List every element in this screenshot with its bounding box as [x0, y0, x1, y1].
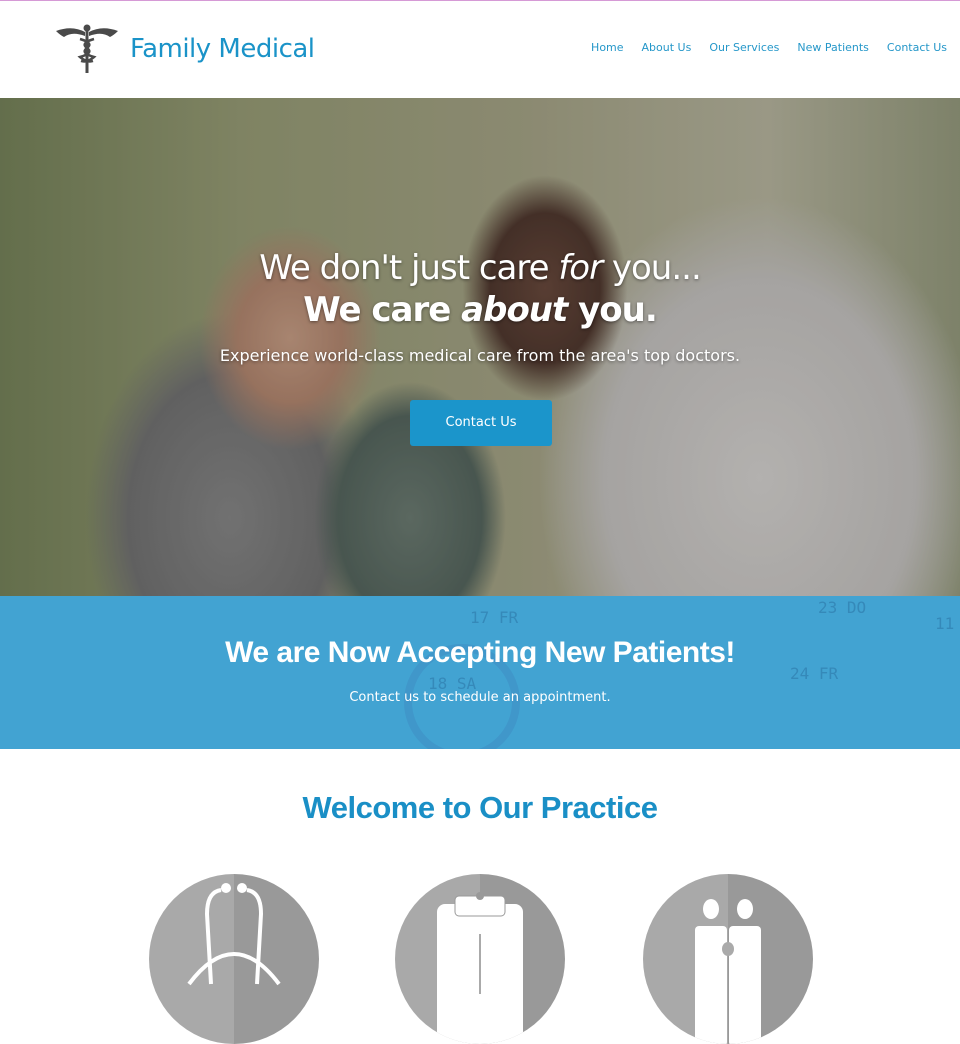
hero-headline-line1: We don't just care for you...	[0, 248, 960, 288]
calendar-mark: 11	[935, 614, 955, 633]
calendar-mark: 17 FR	[470, 608, 519, 627]
welcome-title: Welcome to Our Practice	[302, 790, 658, 825]
nav-our-services[interactable]: Our Services	[709, 41, 779, 54]
banner-subtitle: Contact us to schedule an appointment.	[349, 690, 611, 705]
contact-us-button[interactable]: Contact Us	[410, 400, 552, 446]
headline-text: We don't just care	[259, 248, 559, 288]
main-nav: Home About Us Our Services New Patients …	[591, 41, 947, 54]
banner-title: We are Now Accepting New Patients!	[225, 636, 735, 669]
nav-contact-us[interactable]: Contact Us	[887, 41, 947, 54]
caduceus-icon	[56, 24, 118, 73]
nav-new-patients[interactable]: New Patients	[797, 41, 869, 54]
nav-home[interactable]: Home	[591, 41, 623, 54]
headline-text: you.	[567, 290, 658, 330]
family-circle	[643, 874, 813, 1044]
clipboard-circle	[395, 874, 565, 1044]
hero-content: We don't just care for you... We care ab…	[0, 98, 960, 596]
headline-emphasis: for	[558, 248, 603, 288]
hero-subtitle: Experience world-class medical care from…	[219, 346, 741, 365]
headline-text: you...	[602, 248, 702, 288]
clipboard-icon	[437, 892, 523, 1044]
headline-emphasis: about	[461, 290, 568, 330]
new-patients-banner: 17 FR 23 DO 18 SA 24 FR 11 We are Now Ac…	[0, 596, 960, 749]
site-header: Family Medical Home About Us Our Service…	[0, 1, 960, 98]
nav-about-us[interactable]: About Us	[642, 41, 692, 54]
hero-section: We don't just care for you... We care ab…	[0, 98, 960, 596]
stethoscope-circle	[149, 874, 319, 1044]
stethoscope-icon	[187, 883, 281, 986]
family-icon	[695, 899, 761, 1044]
headline-text: We care	[303, 290, 462, 330]
logo[interactable]: Family Medical	[54, 23, 315, 75]
calendar-mark: 23 DO	[818, 598, 867, 617]
hero-headline-line2: We care about you.	[0, 290, 960, 330]
brand-name: Family Medical	[130, 34, 315, 64]
